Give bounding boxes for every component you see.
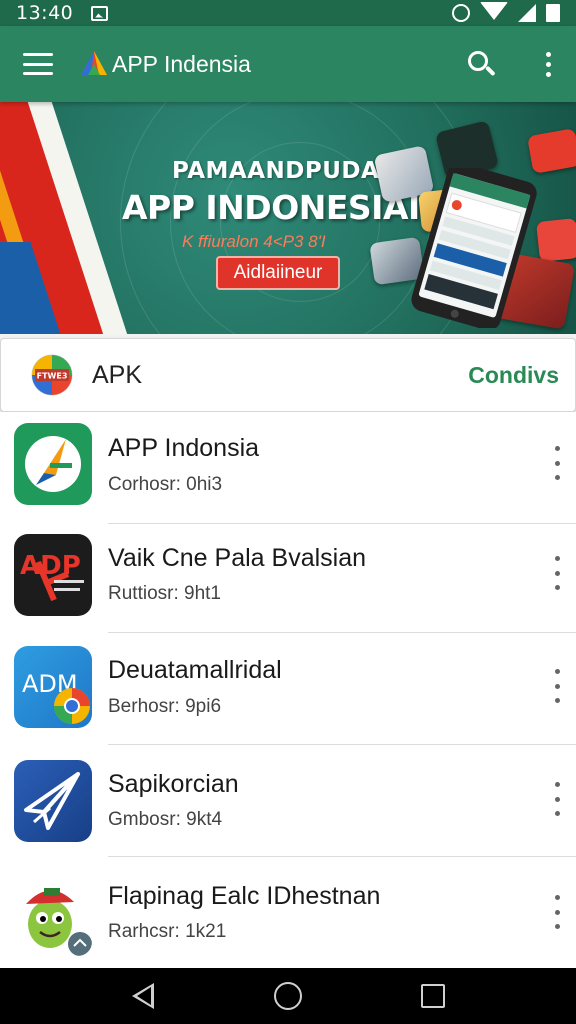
promo-banner[interactable]: PAMAANDPUDA APP INDONESIAI K ffiuralon 4… bbox=[0, 102, 576, 334]
back-triangle-icon bbox=[131, 983, 154, 1009]
app-name: Sapikorcian bbox=[108, 770, 239, 798]
app-meta: Rarhcsr: 1k21 bbox=[108, 921, 227, 942]
row-overflow-icon[interactable] bbox=[547, 895, 567, 929]
hamburger-menu-icon[interactable] bbox=[23, 53, 53, 75]
app-logo-icon bbox=[81, 51, 107, 75]
banner-kicker: PAMAANDPUDA bbox=[172, 158, 380, 184]
alarm-icon bbox=[452, 4, 470, 22]
app-meta: Ruttiosr: 9ht1 bbox=[108, 583, 221, 604]
status-icons bbox=[452, 2, 560, 22]
app-meta: Gmbosr: 9kt4 bbox=[108, 809, 223, 830]
apk-section-label: APK bbox=[92, 360, 143, 389]
app-meta: Berhosr: 9pi6 bbox=[108, 696, 222, 717]
banner-headline: APP INDONESIAI bbox=[122, 188, 420, 227]
app-toolbar: APP Indensia bbox=[0, 26, 576, 102]
app-list: APP Indonsia Corhosr: 0hi3 ADP Vaik Cne … bbox=[0, 412, 576, 968]
apk-badge-text: FTWE3 bbox=[37, 372, 68, 381]
list-item[interactable]: ADM Deuatamallridal Berhosr: 9pi6 bbox=[0, 633, 576, 745]
row-overflow-icon[interactable] bbox=[547, 669, 567, 703]
list-item[interactable]: Sapikorcian Gmbosr: 9kt4 bbox=[0, 745, 576, 857]
status-bar: 13:40 bbox=[0, 0, 576, 26]
banner-cta-button[interactable]: Aidlaiineur bbox=[216, 256, 340, 290]
adm-app-icon: ADM bbox=[14, 646, 92, 728]
nav-home-button[interactable] bbox=[268, 976, 308, 1016]
row-overflow-icon[interactable] bbox=[547, 446, 567, 480]
list-item[interactable]: APP Indonsia Corhosr: 0hi3 bbox=[0, 412, 576, 524]
cell-signal-icon bbox=[518, 4, 536, 22]
nav-back-button[interactable] bbox=[123, 976, 163, 1016]
banner-phone-image bbox=[411, 168, 537, 328]
row-overflow-icon[interactable] bbox=[547, 556, 567, 590]
status-time: 13:40 bbox=[16, 2, 74, 24]
search-icon[interactable] bbox=[466, 49, 496, 79]
apk-section-header[interactable]: FTWE3 APK Condivs bbox=[0, 338, 576, 412]
toolbar-title: APP Indensia bbox=[112, 50, 251, 77]
recents-square-icon bbox=[421, 984, 446, 1008]
apk-badge-icon: FTWE3 bbox=[31, 354, 73, 396]
app-name: APP Indonsia bbox=[108, 434, 260, 462]
app-meta: Corhosr: 0hi3 bbox=[108, 474, 223, 495]
app-name: Flapinag Ealc IDhestnan bbox=[108, 882, 381, 910]
compass-app-icon bbox=[14, 423, 92, 505]
app-name: Vaik Cne Pala Bvalsian bbox=[108, 544, 367, 572]
apk-section-link[interactable]: Condivs bbox=[468, 362, 559, 389]
banner-app-chip bbox=[527, 128, 576, 174]
overflow-menu-icon[interactable] bbox=[536, 49, 560, 79]
adp-app-icon: ADP bbox=[14, 534, 92, 616]
app-name: Deuatamallridal bbox=[108, 656, 282, 684]
battery-icon bbox=[546, 4, 560, 22]
cartoon-character-app-icon bbox=[14, 874, 92, 956]
home-circle-icon bbox=[273, 982, 302, 1010]
banner-subline: K ffiuralon 4<P3 8'I bbox=[182, 232, 326, 251]
nav-recents-button[interactable] bbox=[413, 976, 453, 1016]
paper-plane-app-icon bbox=[14, 760, 92, 842]
image-notification-icon bbox=[91, 5, 109, 21]
adp-icon-text: ADP bbox=[20, 551, 81, 581]
system-nav-bar bbox=[0, 968, 576, 1024]
wifi-icon bbox=[480, 2, 508, 20]
app-screen: 13:40 APP Indensia PAMAANDPUDA APP INDON… bbox=[0, 0, 576, 1024]
list-item[interactable]: ADP Vaik Cne Pala Bvalsian Ruttiosr: 9ht… bbox=[0, 521, 576, 633]
row-overflow-icon[interactable] bbox=[547, 782, 567, 816]
list-item[interactable]: Flapinag Ealc IDhestnan Rarhcsr: 1k21 bbox=[0, 857, 576, 969]
